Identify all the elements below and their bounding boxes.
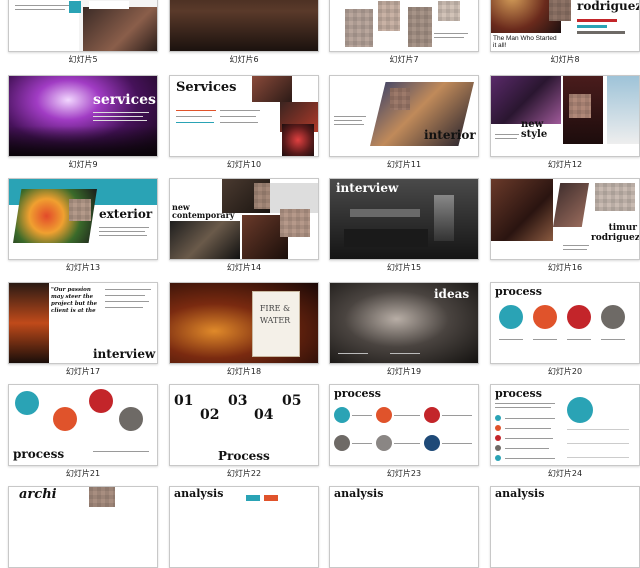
slide-title: interview — [336, 181, 399, 195]
slide-title: FIRE & WATER — [259, 304, 291, 325]
slide-number-1: 01 — [174, 393, 194, 409]
slide-title: rodriguez — [577, 0, 640, 13]
slide-caption: 幻灯片12 — [547, 160, 583, 169]
slide-caption: 幻灯片22 — [226, 469, 262, 478]
slide-title: services — [93, 92, 156, 108]
slide-caption: 幻灯片9 — [68, 160, 98, 169]
slide-title: process — [334, 387, 381, 400]
slide-caption: 幻灯片23 — [386, 469, 422, 478]
slide-caption: 幻灯片11 — [386, 160, 422, 169]
slide-caption: 幻灯片16 — [547, 263, 583, 272]
slide-title: process — [495, 387, 542, 400]
slide-quote: "Our passion may steer the project but t… — [51, 287, 98, 314]
slide-title: analysis — [334, 487, 384, 500]
slide-caption: 幻灯片21 — [65, 469, 101, 478]
slide-caption: 幻灯片8 — [550, 55, 580, 64]
slide-caption: 幻灯片7 — [389, 55, 419, 64]
slide-caption: 幻灯片24 — [547, 469, 583, 478]
slide-caption: 幻灯片17 — [65, 367, 101, 376]
slide-caption: 幻灯片14 — [226, 263, 262, 272]
slide-number-2: 02 — [200, 407, 220, 423]
slide-title: ideas — [434, 287, 470, 301]
slide-title: interior — [424, 128, 476, 142]
slide-caption: 幻灯片20 — [547, 367, 583, 376]
slide-number-3: 03 — [228, 393, 248, 409]
slide-title: interview — [93, 347, 156, 361]
slide-title: new style — [521, 119, 548, 140]
slide-caption: 幻灯片10 — [226, 160, 262, 169]
slide-number-5: 05 — [282, 393, 302, 409]
slide-caption: 幻灯片18 — [226, 367, 262, 376]
slide-caption: 幻灯片13 — [65, 263, 101, 272]
slide-title: new contemporary — [172, 202, 235, 220]
slide-title: Process — [218, 449, 270, 463]
slide-title: exterior — [99, 207, 153, 221]
slide-title: analysis — [495, 487, 545, 500]
slide-title: process — [13, 447, 65, 461]
slide-caption: 幻灯片6 — [229, 55, 259, 64]
slide-number-4: 04 — [254, 407, 274, 423]
slide-title: timur rodriguez — [591, 223, 640, 243]
slide-caption: 幻灯片19 — [386, 367, 422, 376]
slide-caption: 幻灯片15 — [386, 263, 422, 272]
slide-sorter-grid: 幻灯片5 幻灯片6 幻灯片7 rodriguez The Man Who Sta… — [0, 0, 640, 568]
slide-subtitle: The Man Who Started it all! — [493, 35, 557, 49]
slide-title: process — [495, 285, 542, 298]
slide-title: Services — [176, 80, 237, 95]
slide-title: analysis — [174, 487, 224, 500]
slide-caption: 幻灯片5 — [68, 55, 98, 64]
